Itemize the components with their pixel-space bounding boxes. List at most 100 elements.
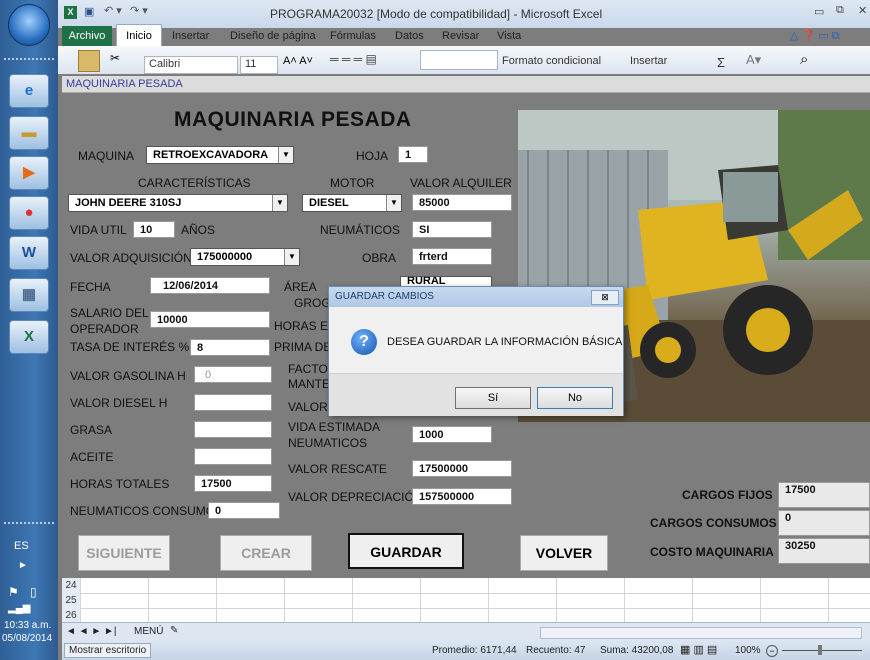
start-button[interactable] [8,4,50,46]
grow-font-icon[interactable]: A˄ A˅ [283,55,313,67]
caracteristicas-select[interactable]: JOHN DEERE 310SJ ▼ [68,194,288,212]
row-header[interactable]: 26 [62,608,81,623]
conditional-format-button[interactable]: Formato condicional [502,55,601,67]
find-icon[interactable]: ⌕ [800,51,808,68]
cargos-consumos-field[interactable]: 0 [778,510,870,536]
chevron-down-icon[interactable]: ▼ [278,147,293,163]
tab-diseno-pagina[interactable]: Diseño de página [230,30,316,42]
show-desktop-button[interactable]: Mostrar escritorio [64,643,152,658]
valor-alquiler-field[interactable]: 85000 [412,194,512,211]
restore-icon[interactable]: ⧉ [836,4,844,17]
siguiente-button[interactable]: SIGUIENTE [78,535,170,571]
maquina-value: RETROEXCAVADORA [153,149,269,161]
redo-icon[interactable]: ↷ ▾ [130,4,148,17]
number-format-box[interactable] [420,50,498,70]
diesel-field[interactable] [194,394,272,411]
signal-icon[interactable]: ▂▄▆ [8,603,30,614]
minimize-icon[interactable]: ▭ [814,5,824,18]
grid-row[interactable] [80,593,870,609]
grid-row[interactable] [80,578,870,594]
dialog-no-button[interactable]: No [537,387,613,409]
tab-formulas[interactable]: Fórmulas [330,30,376,42]
zoom-level[interactable]: 100% [735,645,761,656]
autosum-icon[interactable]: Σ [717,55,725,70]
row-header[interactable]: 24 [62,578,81,593]
tab-datos[interactable]: Datos [395,30,424,42]
maquina-select[interactable]: RETROEXCAVADORA ▼ [146,146,294,164]
clock-date[interactable]: 05/08/2014 [2,633,52,644]
gasolina-field[interactable]: 0 [194,366,272,383]
hoja-field[interactable]: 1 [398,146,428,163]
obra-field[interactable]: frterd [412,248,492,265]
sort-icon[interactable]: A▾ [746,52,761,68]
quick-save-icon[interactable]: ▣ [84,5,94,18]
cargos-fijos-field[interactable]: 17500 [778,482,870,508]
neumaticos-consumo-field[interactable]: 0 [208,502,280,519]
battery-icon[interactable]: ▯ [30,585,37,599]
aceite-field[interactable] [194,448,272,465]
media-player-icon[interactable]: ▶ [9,156,49,190]
tab-insertar[interactable]: Insertar [172,30,209,42]
flag-icon[interactable]: ⚑ [8,585,19,599]
align-icon[interactable]: ═ ═ ═ ▤ [330,52,377,66]
undo-icon[interactable]: ↶ ▾ [104,4,122,17]
caracteristicas-label: CARACTERÍSTICAS [138,176,251,190]
chevron-down-icon[interactable]: ▼ [284,249,299,265]
dialog-yes-button[interactable]: Sí [455,387,531,409]
explorer-icon[interactable]: ▬ [9,116,49,150]
language-indicator[interactable]: ES [14,540,29,552]
form-heading: MAQUINARIA PESADA [174,108,412,131]
volver-button[interactable]: VOLVER [520,535,608,571]
sheet-nav-icon[interactable]: ◄ ◄ ► ►| [66,626,117,637]
font-name-box[interactable]: Calibri [144,56,238,74]
valor-adquisicion-label: VALOR ADQUISICIÓN [70,251,192,265]
calculator-icon[interactable]: ▦ [9,278,49,312]
zoom-slider[interactable] [782,650,862,651]
clock-time[interactable]: 10:33 a.m. [4,620,51,631]
tab-archivo[interactable]: Archivo [62,26,112,46]
tasa-interes-field[interactable]: 8 [190,339,270,356]
dialog-close-icon[interactable]: ⊠ [591,290,619,305]
tab-revisar[interactable]: Revisar [442,30,479,42]
valor-rescate-field[interactable]: 17500000 [412,460,512,477]
insert-cells-button[interactable]: Insertar [630,55,667,67]
tab-vista[interactable]: Vista [497,30,521,42]
area-label: ÁREA [284,280,317,294]
tray-expand-icon[interactable]: ► [18,560,28,571]
row-header[interactable]: 25 [62,593,81,608]
excel-app-icon[interactable]: X [64,6,77,19]
paste-icon[interactable] [78,50,100,72]
horas-totales-field[interactable]: 17500 [194,475,272,492]
vida-util-field[interactable]: 10 [133,221,175,238]
close-icon[interactable]: ✕ [858,4,867,17]
chevron-down-icon[interactable]: ▼ [386,195,401,211]
view-mode-icons[interactable]: ▦ ▥ ▤ [680,643,717,656]
ie-icon[interactable]: e [9,74,49,108]
horizontal-scrollbar[interactable] [540,627,862,639]
neumaticos-field[interactable]: SI [412,221,492,238]
cargos-consumos-label: CARGOS CONSUMOS [650,516,777,530]
vida-estimada-field[interactable]: 1000 [412,426,492,443]
salario-field[interactable]: 10000 [150,311,270,328]
font-size-box[interactable]: 11 [240,56,278,74]
costo-maquinaria-field[interactable]: 30250 [778,538,870,564]
cut-icon[interactable]: ✂ [110,51,120,65]
maquina-label: MAQUINA [78,149,135,163]
grasa-field[interactable] [194,421,272,438]
motor-select[interactable]: DIESEL ▼ [302,194,402,212]
word-icon[interactable]: W [9,236,49,270]
chrome-icon[interactable]: ● [9,196,49,230]
tab-inicio[interactable]: Inicio [116,24,162,47]
excel-icon[interactable]: X [9,320,49,354]
valor-depreciacion-field[interactable]: 157500000 [412,488,512,505]
help-icon[interactable]: △ ❓ ▭ ⧉ [790,29,840,43]
crear-libro-button[interactable]: CREAR LIBRO [220,535,312,595]
zoom-slider-handle[interactable] [818,645,822,655]
sheet-tab-menu[interactable]: MENÚ [134,626,163,637]
zoom-out-icon[interactable]: − [766,645,778,657]
valor-adquisicion-select[interactable]: 175000000 ▼ [190,248,300,266]
new-sheet-icon[interactable]: ✎ [170,625,178,636]
guardar-hoja-button[interactable]: GUARDAR HOJA [348,533,464,594]
chevron-down-icon[interactable]: ▼ [272,195,287,211]
fecha-field[interactable]: 12/06/2014 [150,277,270,294]
